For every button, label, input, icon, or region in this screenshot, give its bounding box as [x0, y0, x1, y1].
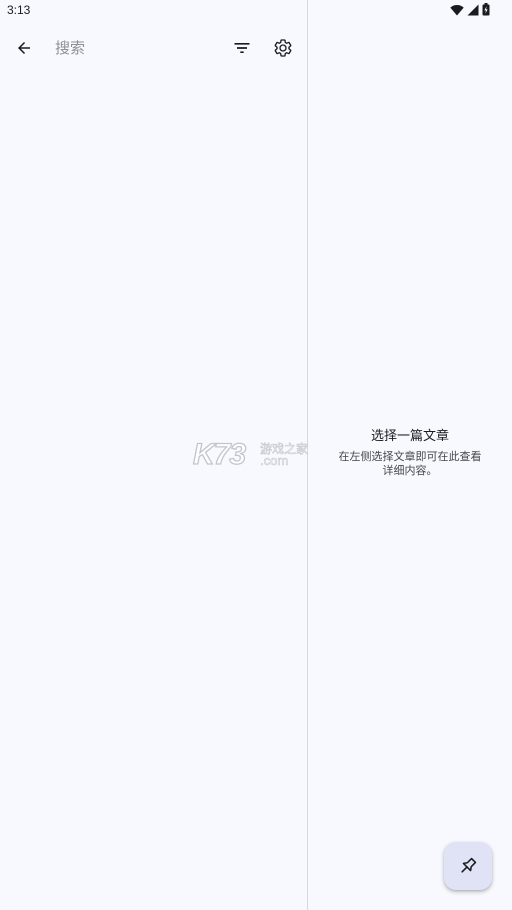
- settings-button[interactable]: [265, 30, 301, 66]
- gear-icon: [274, 39, 292, 57]
- search-input[interactable]: [55, 36, 215, 60]
- watermark-brand: K73: [192, 437, 246, 471]
- pin-icon: [461, 857, 477, 873]
- back-arrow-icon: [18, 42, 30, 54]
- empty-state: 选择一篇文章 在左侧选择文章即可在此查看详细内容。: [308, 428, 512, 478]
- filter-icon: [234, 43, 250, 53]
- back-button[interactable]: [6, 30, 42, 66]
- empty-state-title: 选择一篇文章: [370, 429, 449, 444]
- watermark-domain: .com: [260, 453, 289, 469]
- filter-button[interactable]: [224, 30, 260, 66]
- search-bar: [0, 24, 307, 72]
- article-detail-pane: 选择一篇文章 在左侧选择文章即可在此查看详细内容。: [308, 0, 512, 910]
- pin-fab-button[interactable]: [444, 842, 492, 890]
- empty-state-description: 在左侧选择文章即可在此查看详细内容。: [338, 450, 482, 477]
- watermark-logo: K73 游戏之家 .com: [192, 437, 323, 474]
